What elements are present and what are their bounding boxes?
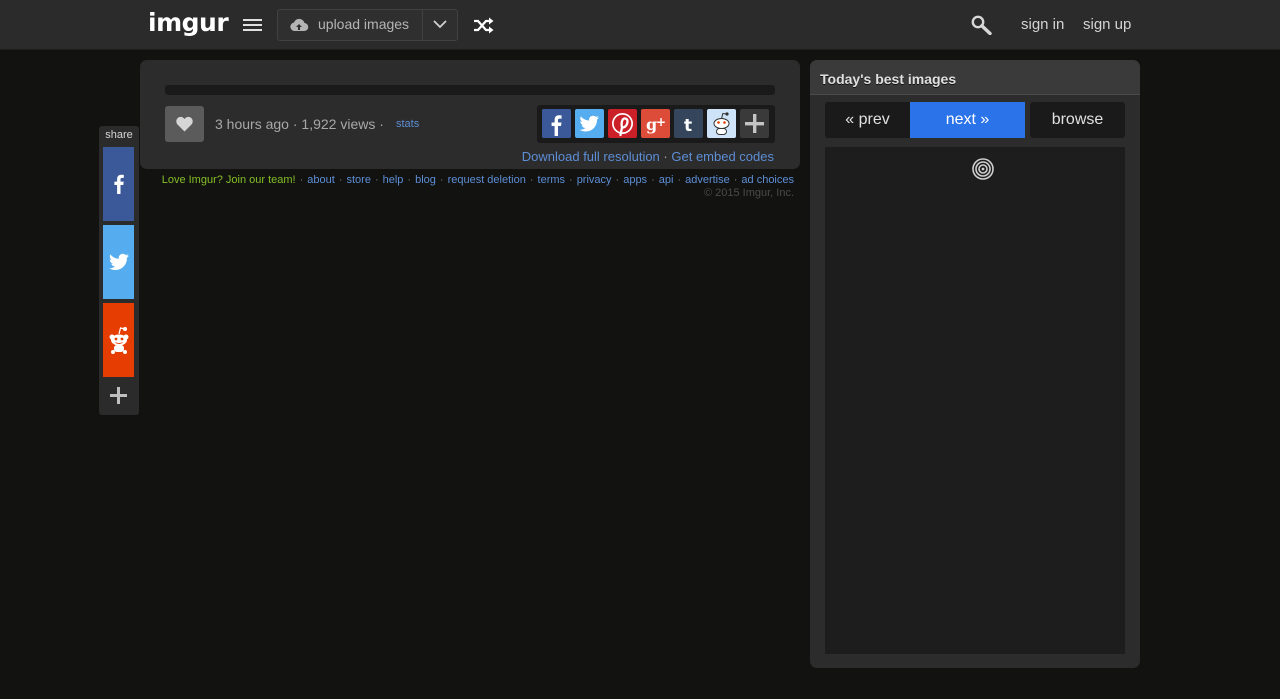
upload-images-button[interactable]: upload images (278, 10, 422, 40)
post-card: 3 hours ago · 1,922 views · stats g + t … (140, 60, 800, 169)
cloud-upload-icon (290, 18, 309, 32)
svg-text:+: + (656, 115, 666, 129)
twitter-icon (575, 109, 604, 138)
pinterest-icon (608, 109, 637, 138)
share-pinterest-small[interactable] (608, 109, 637, 138)
reddit-icon (109, 327, 128, 354)
thumbnail-area (825, 147, 1125, 654)
share-more-small[interactable] (740, 109, 769, 138)
share-twitter-button[interactable] (103, 225, 134, 299)
panel-title: Today's best images (820, 71, 957, 87)
meta-separator: · (379, 116, 384, 132)
tumblr-icon: t (674, 109, 703, 138)
search-icon[interactable] (971, 15, 992, 40)
copyright: © 2015 Imgur, Inc. (703, 187, 794, 199)
download-links: Download full resolution · Get embed cod… (522, 149, 774, 164)
footer-link-about[interactable]: about (307, 174, 335, 186)
svg-text:t: t (684, 116, 692, 136)
footer-link-help[interactable]: help (383, 174, 404, 186)
shuffle-icon[interactable] (473, 17, 494, 39)
share-label: share (105, 129, 133, 141)
upload-images-label: upload images (318, 16, 410, 32)
footer-link-terms[interactable]: terms (538, 174, 566, 186)
share-tumblr-small[interactable]: t (674, 109, 703, 138)
twitter-icon (108, 253, 129, 270)
share-facebook-button[interactable] (103, 147, 134, 221)
imgur-logo[interactable]: imgur (148, 8, 229, 37)
prev-button[interactable]: « prev (825, 102, 910, 138)
upload-options-dropdown[interactable] (422, 10, 457, 40)
footer-link-blog[interactable]: blog (415, 174, 436, 186)
browse-button[interactable]: browse (1030, 102, 1125, 138)
download-full-resolution-link[interactable]: Download full resolution (522, 149, 660, 164)
footer-link-apps[interactable]: apps (623, 174, 647, 186)
social-share-row: g + t (537, 105, 775, 143)
footer-link-ad-choices[interactable]: ad choices (741, 174, 794, 186)
share-reddit-small[interactable] (707, 109, 736, 138)
footer-link-request-deletion[interactable]: request deletion (448, 174, 526, 186)
get-embed-codes-link[interactable]: Get embed codes (671, 149, 774, 164)
share-twitter-small[interactable] (575, 109, 604, 138)
heart-icon (176, 116, 193, 132)
chevron-down-icon (433, 20, 447, 29)
footer-link-advertise[interactable]: advertise (685, 174, 730, 186)
footer-link-privacy[interactable]: privacy (577, 174, 612, 186)
menu-icon[interactable] (243, 19, 262, 32)
post-time: 3 hours ago (215, 116, 289, 132)
share-more-button[interactable] (103, 381, 134, 409)
favorite-button[interactable] (165, 106, 204, 142)
sign-up-link[interactable]: sign up (1083, 16, 1131, 33)
next-button[interactable]: next » (910, 102, 1025, 138)
spinner-icon (972, 158, 994, 180)
sign-in-link[interactable]: sign in (1021, 16, 1064, 33)
join-team-link[interactable]: Love Imgur? Join our team! (162, 174, 296, 186)
image-placeholder-bar (165, 85, 775, 95)
plus-icon (110, 387, 127, 404)
post-meta: 3 hours ago · 1,922 views · (215, 116, 384, 132)
footer-links: Love Imgur? Join our team! · about · store · h… (161, 174, 794, 186)
reddit-icon (707, 109, 736, 138)
logo-text: imgur (148, 8, 229, 37)
facebook-icon (542, 109, 571, 138)
share-reddit-button[interactable] (103, 303, 134, 377)
share-google-plus-small[interactable]: g + (641, 109, 670, 138)
post-views: 1,922 views (301, 116, 376, 132)
share-sidebar: share (99, 126, 139, 415)
share-facebook-small[interactable] (542, 109, 571, 138)
upload-group: upload images (277, 9, 458, 41)
stats-link[interactable]: stats (396, 118, 419, 130)
todays-best-panel: Today's best images « prev next » browse (810, 60, 1140, 668)
footer-link-api[interactable]: api (659, 174, 674, 186)
google-plus-icon: g + (641, 109, 670, 138)
top-navbar: imgur upload images sign in sign up (0, 0, 1280, 50)
footer-link-store[interactable]: store (346, 174, 370, 186)
panel-header: Today's best images (810, 60, 1140, 95)
facebook-icon (113, 174, 124, 194)
plus-icon (745, 114, 764, 133)
